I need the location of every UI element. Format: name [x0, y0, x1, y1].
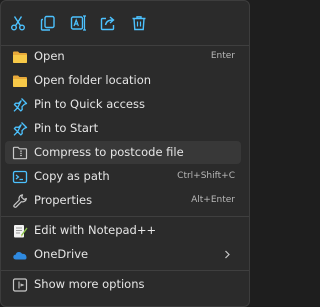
folder-icon [11, 72, 28, 89]
zip-folder-icon [11, 144, 28, 161]
cut-button[interactable] [4, 9, 32, 37]
menu-item-show-more-options[interactable]: Show more options [5, 273, 241, 296]
menu-item-label: Edit with Notepad++ [34, 223, 157, 237]
menu-item-shortcut: Ctrl+Shift+C [177, 171, 235, 181]
menu-item-label: Properties [34, 193, 93, 207]
menu-item-label: Copy as path [34, 169, 110, 183]
menu-item-label: Open folder location [34, 73, 152, 87]
rename-button[interactable] [64, 9, 92, 37]
pin-icon [11, 96, 28, 113]
cut-icon [11, 16, 25, 31]
context-menu: Open Enter Open folder location Pin to Q… [0, 0, 250, 307]
menu-item-label: Open [34, 49, 65, 63]
copy-icon [40, 15, 55, 31]
separator [1, 270, 249, 271]
menu-item-copy-as-path[interactable]: Copy as path Ctrl+Shift+C [5, 165, 241, 188]
menu-item-open[interactable]: Open Enter [5, 45, 241, 68]
menu-item-label: Pin to Start [34, 121, 99, 135]
copy-button[interactable] [34, 9, 62, 37]
notepad-plus-plus-icon [11, 222, 28, 239]
folder-icon [11, 48, 28, 65]
onedrive-cloud-icon [11, 246, 28, 263]
menu-item-pin-to-quick-access[interactable]: Pin to Quick access [5, 93, 241, 116]
wrench-icon [11, 192, 28, 209]
rename-icon [70, 15, 86, 31]
chevron-right-icon [225, 250, 230, 259]
menu-item-open-folder-location[interactable]: Open folder location [5, 69, 241, 92]
menu-item-shortcut: Alt+Enter [191, 195, 235, 205]
more-options-icon [11, 276, 28, 293]
delete-icon [132, 16, 146, 31]
menu-item-onedrive[interactable]: OneDrive [5, 243, 241, 266]
menu-item-label: Pin to Quick access [34, 97, 145, 111]
menu-item-label: OneDrive [34, 247, 89, 261]
copy-path-icon [11, 168, 28, 185]
share-button[interactable] [94, 9, 122, 37]
context-menu-toolbar [1, 1, 249, 45]
delete-button[interactable] [125, 9, 153, 37]
menu-item-label: Show more options [34, 277, 145, 291]
pin-icon [11, 120, 28, 137]
menu-item-pin-to-start[interactable]: Pin to Start [5, 117, 241, 140]
share-icon [100, 16, 115, 31]
menu-item-shortcut: Enter [210, 51, 235, 61]
menu-item-label: Compress to postcode file [34, 145, 184, 159]
menu-item-compress-to-zip[interactable]: Compress to postcode file [5, 141, 241, 164]
menu-item-properties[interactable]: Properties Alt+Enter [5, 189, 241, 212]
menu-item-edit-with-notepad-plus-plus[interactable]: Edit with Notepad++ [5, 219, 241, 242]
separator [1, 216, 249, 217]
